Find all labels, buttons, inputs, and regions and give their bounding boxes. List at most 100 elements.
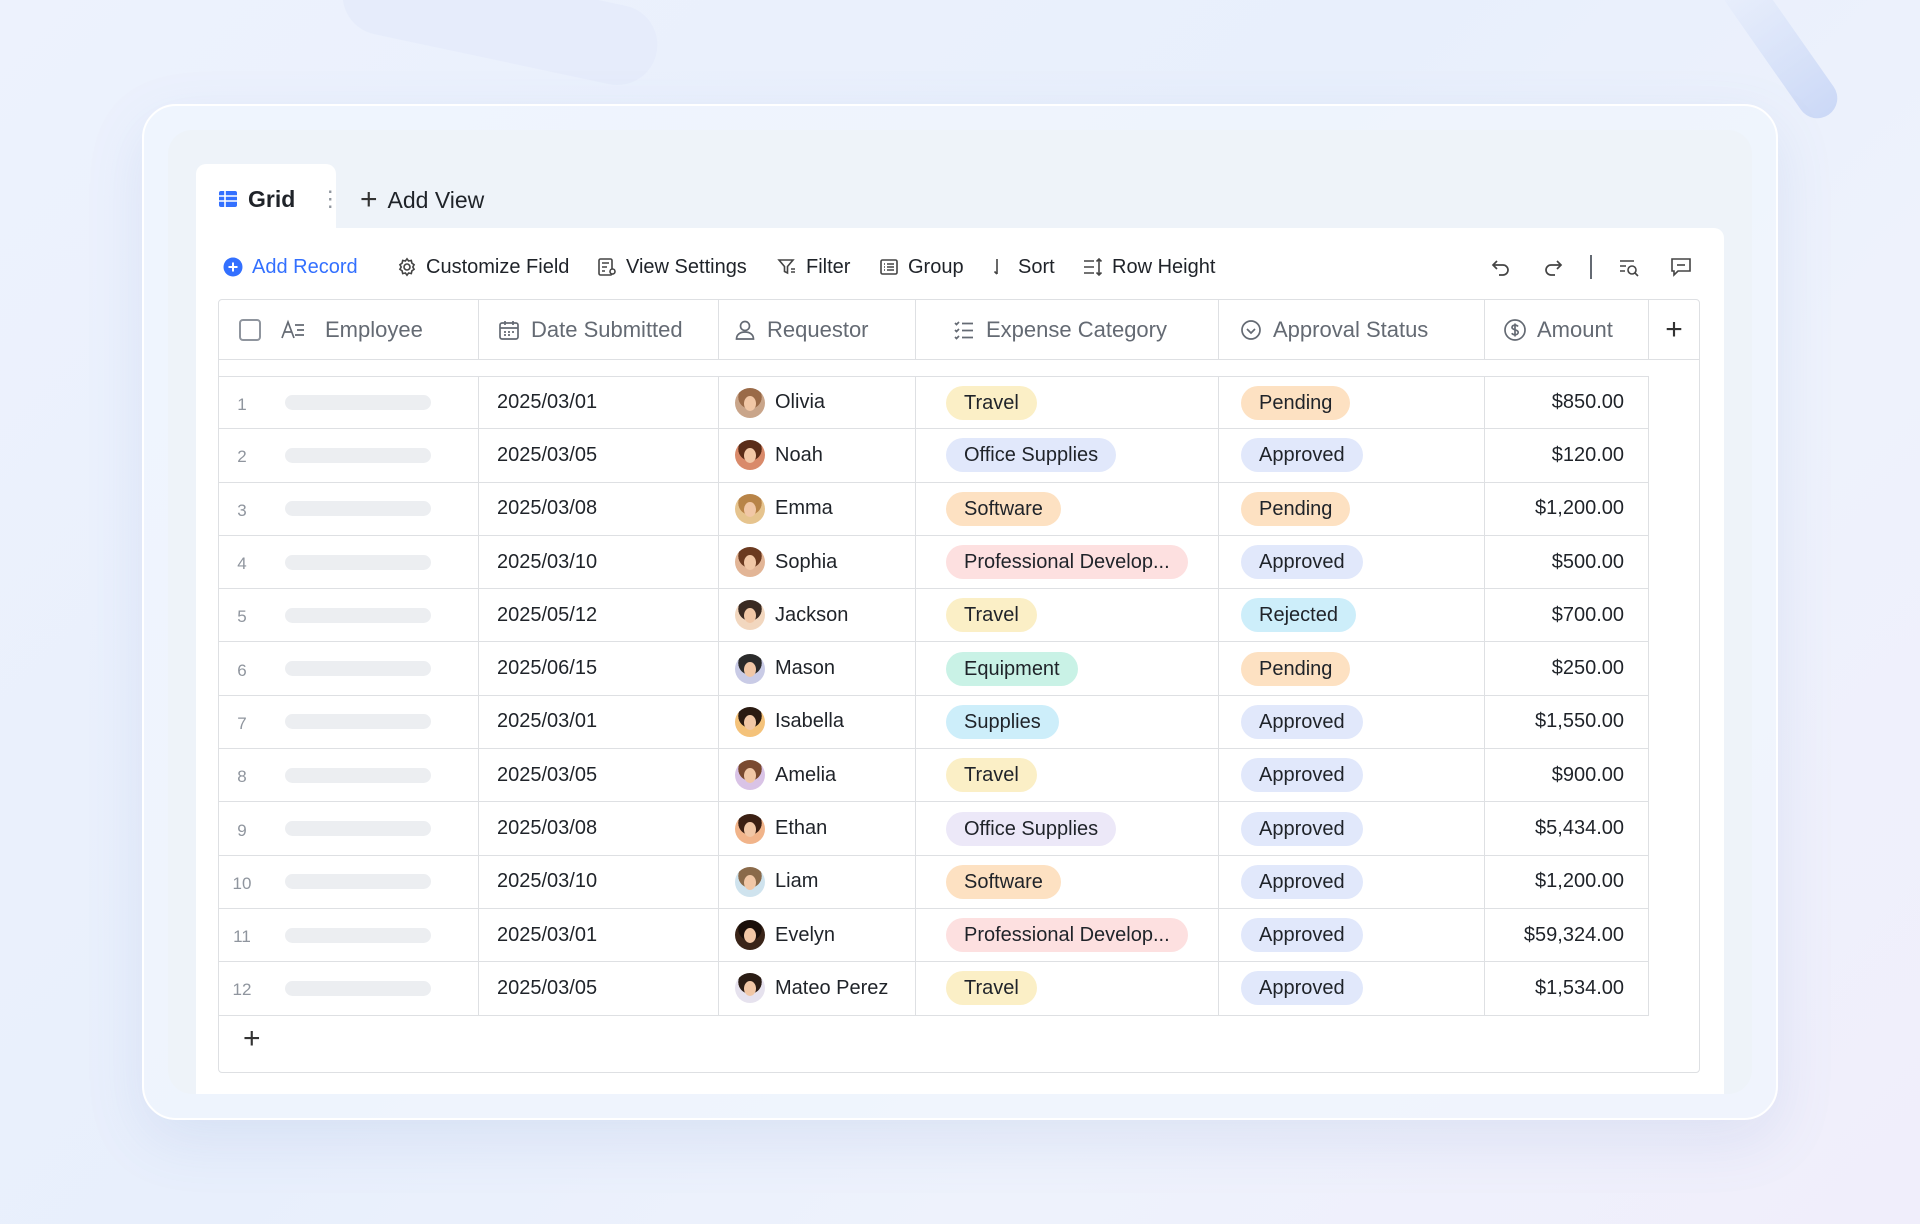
requestor-cell[interactable]: Sophia [719, 535, 916, 589]
date-cell[interactable]: 2025/03/05 [479, 429, 719, 482]
amount-cell[interactable]: $850.00 [1485, 377, 1649, 429]
employee-cell[interactable] [265, 377, 479, 429]
category-cell[interactable]: Professional Develop... [916, 535, 1219, 589]
date-cell[interactable]: 2025/03/01 [479, 695, 719, 749]
table-row[interactable]: 2 2025/03/05 Noah Office Supplies Approv… [219, 429, 1649, 483]
status-cell[interactable]: Approved [1219, 429, 1485, 482]
more-vertical-icon[interactable]: ⋮ [319, 188, 341, 210]
view-settings-button[interactable]: View Settings [596, 250, 747, 284]
employee-cell[interactable] [265, 589, 479, 642]
employee-cell[interactable] [265, 962, 479, 1015]
status-cell[interactable]: Pending [1219, 482, 1485, 535]
column-header-amount[interactable]: Amount [1485, 300, 1649, 360]
group-button[interactable]: Group [878, 250, 964, 284]
add-record-button[interactable]: Add Record [222, 250, 358, 284]
status-cell[interactable]: Pending [1219, 642, 1485, 695]
category-cell[interactable]: Office Supplies [916, 429, 1219, 482]
employee-cell[interactable] [265, 642, 479, 695]
sort-button[interactable]: Sort [988, 250, 1055, 284]
requestor-cell[interactable]: Ethan [719, 802, 916, 855]
column-header-requestor[interactable]: Requestor [719, 300, 916, 360]
table-row[interactable]: 10 2025/03/10 Liam Software Approved $1,… [219, 855, 1649, 909]
add-view-button[interactable]: + Add View [360, 182, 484, 218]
table-row[interactable]: 5 2025/05/12 Jackson Travel Rejected $70… [219, 589, 1649, 643]
table-row[interactable]: 1 2025/03/01 Olivia Travel Pending $850.… [219, 376, 1649, 430]
date-cell[interactable]: 2025/03/10 [479, 855, 719, 908]
category-cell[interactable]: Travel [916, 589, 1219, 642]
amount-cell[interactable]: $1,200.00 [1485, 855, 1649, 908]
status-cell[interactable]: Approved [1219, 695, 1485, 749]
requestor-cell[interactable]: Noah [719, 429, 916, 482]
employee-cell[interactable] [265, 855, 479, 908]
tab-grid[interactable]: Grid ⋮ [196, 164, 341, 234]
amount-cell[interactable]: $5,434.00 [1485, 802, 1649, 855]
amount-cell[interactable]: $250.00 [1485, 642, 1649, 695]
date-cell[interactable]: 2025/06/15 [479, 642, 719, 695]
category-cell[interactable]: Software [916, 482, 1219, 535]
add-column-button[interactable]: + [1649, 300, 1699, 360]
row-height-button[interactable]: Row Height [1082, 250, 1215, 284]
status-cell[interactable]: Approved [1219, 908, 1485, 962]
table-row[interactable]: 12 2025/03/05 Mateo Perez Travel Approve… [219, 962, 1649, 1016]
undo-button[interactable] [1490, 250, 1512, 284]
amount-cell[interactable]: $120.00 [1485, 429, 1649, 482]
requestor-cell[interactable]: Mateo Perez [719, 962, 916, 1015]
status-cell[interactable]: Approved [1219, 962, 1485, 1015]
redo-button[interactable] [1542, 250, 1564, 284]
customize-field-button[interactable]: Customize Field [396, 250, 569, 284]
date-cell[interactable]: 2025/03/10 [479, 535, 719, 589]
employee-cell[interactable] [265, 695, 479, 749]
category-cell[interactable]: Office Supplies [916, 802, 1219, 855]
amount-cell[interactable]: $700.00 [1485, 589, 1649, 642]
requestor-cell[interactable]: Emma [719, 482, 916, 535]
category-cell[interactable]: Professional Develop... [916, 908, 1219, 962]
date-cell[interactable]: 2025/05/12 [479, 589, 719, 642]
status-cell[interactable]: Pending [1219, 377, 1485, 429]
table-row[interactable]: 9 2025/03/08 Ethan Office Supplies Appro… [219, 802, 1649, 856]
select-all-checkbox[interactable] [239, 319, 261, 341]
status-cell[interactable]: Approved [1219, 802, 1485, 855]
column-header-expense-category[interactable]: Expense Category [916, 300, 1219, 360]
column-header-employee[interactable]: Employee [219, 300, 479, 360]
date-cell[interactable]: 2025/03/05 [479, 962, 719, 1015]
category-cell[interactable]: Software [916, 855, 1219, 908]
employee-cell[interactable] [265, 535, 479, 589]
amount-cell[interactable]: $900.00 [1485, 749, 1649, 802]
requestor-cell[interactable]: Amelia [719, 749, 916, 802]
comments-button[interactable] [1670, 250, 1692, 284]
search-records-button[interactable] [1618, 250, 1640, 284]
requestor-cell[interactable]: Evelyn [719, 908, 916, 962]
amount-cell[interactable]: $1,550.00 [1485, 695, 1649, 749]
amount-cell[interactable]: $1,534.00 [1485, 962, 1649, 1015]
table-row[interactable]: 7 2025/03/01 Isabella Supplies Approved … [219, 695, 1649, 750]
employee-cell[interactable] [265, 749, 479, 802]
date-cell[interactable]: 2025/03/01 [479, 377, 719, 429]
status-cell[interactable]: Approved [1219, 855, 1485, 908]
status-cell[interactable]: Rejected [1219, 589, 1485, 642]
amount-cell[interactable]: $1,200.00 [1485, 482, 1649, 535]
requestor-cell[interactable]: Jackson [719, 589, 916, 642]
table-row[interactable]: 8 2025/03/05 Amelia Travel Approved $900… [219, 749, 1649, 803]
column-header-date-submitted[interactable]: Date Submitted [479, 300, 719, 360]
amount-cell[interactable]: $500.00 [1485, 535, 1649, 589]
category-cell[interactable]: Travel [916, 377, 1219, 429]
date-cell[interactable]: 2025/03/08 [479, 482, 719, 535]
employee-cell[interactable] [265, 482, 479, 535]
status-cell[interactable]: Approved [1219, 535, 1485, 589]
table-row[interactable]: 3 2025/03/08 Emma Software Pending $1,20… [219, 482, 1649, 536]
category-cell[interactable]: Supplies [916, 695, 1219, 749]
status-cell[interactable]: Approved [1219, 749, 1485, 802]
amount-cell[interactable]: $59,324.00 [1485, 908, 1649, 962]
date-cell[interactable]: 2025/03/01 [479, 908, 719, 962]
filter-button[interactable]: Filter [776, 250, 850, 284]
category-cell[interactable]: Travel [916, 962, 1219, 1015]
table-row[interactable]: 4 2025/03/10 Sophia Professional Develop… [219, 535, 1649, 590]
table-row[interactable]: 11 2025/03/01 Evelyn Professional Develo… [219, 908, 1649, 963]
date-cell[interactable]: 2025/03/08 [479, 802, 719, 855]
requestor-cell[interactable]: Liam [719, 855, 916, 908]
date-cell[interactable]: 2025/03/05 [479, 749, 719, 802]
employee-cell[interactable] [265, 429, 479, 482]
requestor-cell[interactable]: Mason [719, 642, 916, 695]
employee-cell[interactable] [265, 908, 479, 962]
requestor-cell[interactable]: Isabella [719, 695, 916, 749]
